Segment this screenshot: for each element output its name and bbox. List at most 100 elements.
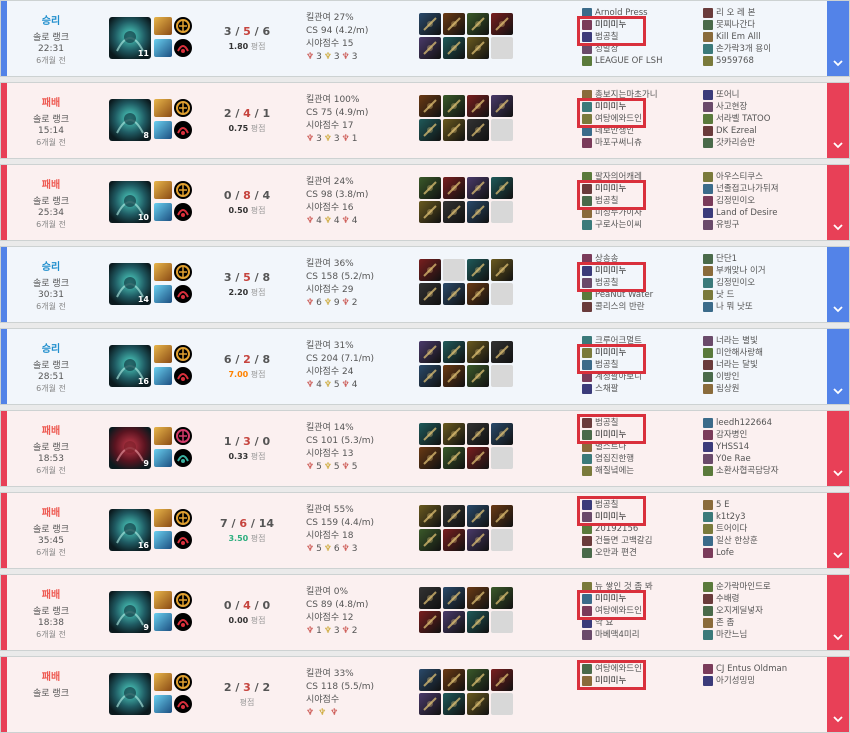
participant[interactable]: Lofe (703, 547, 818, 559)
summoner-spell-icon[interactable] (154, 345, 172, 363)
item-slot-icon[interactable] (467, 95, 489, 117)
participant[interactable]: 부캐맞나 이거 (703, 265, 818, 277)
participant[interactable] (582, 699, 697, 711)
item-slot-icon[interactable] (419, 365, 441, 387)
item-slot-icon[interactable] (443, 611, 465, 633)
participant[interactable]: LEAGUE OF LSH (582, 55, 697, 67)
summoner-spell-icon[interactable] (154, 613, 172, 631)
expand-button[interactable] (827, 657, 849, 732)
participant-name[interactable]: 아기성밍밍 (716, 676, 755, 686)
item-slot-icon[interactable] (467, 259, 489, 281)
participant[interactable]: 마베맥4미리 (582, 629, 697, 641)
participant-name[interactable]: 해질녘에는 (595, 466, 634, 476)
item-slot-icon[interactable] (491, 177, 513, 199)
champion-icon[interactable]: 14 (109, 263, 151, 305)
item-slot-icon[interactable] (443, 693, 465, 715)
participant[interactable]: 미미미누 (582, 593, 697, 605)
participant-name[interactable]: YHSS14 (716, 442, 749, 452)
expand-button[interactable] (827, 1, 849, 76)
participant-name[interactable]: 20192156 (595, 524, 638, 534)
participant-name[interactable]: 부캐맞나 이거 (716, 266, 766, 276)
keystone-rune-icon[interactable] (174, 345, 192, 363)
participant[interactable]: 넌졸접고나가뒤져 (703, 183, 818, 195)
participant-name[interactable]: 미안해사랑해 (716, 348, 763, 358)
participant[interactable]: 나 뭐 낫또 (703, 301, 818, 313)
item-slot-icon[interactable] (467, 447, 489, 469)
participant[interactable]: 갓카리승만 (703, 137, 818, 149)
participant[interactable] (703, 711, 818, 723)
participant[interactable]: 마칸느님 (703, 629, 818, 641)
participant[interactable]: YHSS14 (703, 441, 818, 453)
participant[interactable]: 범공칠 (582, 359, 697, 371)
participant[interactable] (582, 711, 697, 723)
participant-name[interactable]: Kill Em Alll (716, 32, 761, 42)
item-slot-icon[interactable] (467, 341, 489, 363)
participant-name[interactable]: 미미미누 (595, 430, 626, 440)
summoner-spell-icon[interactable] (154, 509, 172, 527)
participant-name[interactable]: 미미미누 (595, 512, 626, 522)
expand-button[interactable] (827, 411, 849, 486)
participant[interactable]: 크루어크멀트 (582, 335, 697, 347)
champion-icon[interactable]: 16 (109, 509, 151, 551)
participant[interactable]: Kill Em Alll (703, 31, 818, 43)
participant[interactable]: 이방인 (703, 371, 818, 383)
secondary-rune-icon[interactable] (174, 695, 192, 713)
participant[interactable]: 콜리스의 반란 (582, 301, 697, 313)
participant-name[interactable]: 김정민이오 (716, 196, 755, 206)
participant[interactable]: 단단1 (703, 253, 818, 265)
item-slot-icon[interactable] (443, 447, 465, 469)
keystone-rune-icon[interactable] (174, 591, 192, 609)
participant[interactable]: 마포구써니츄 (582, 137, 697, 149)
participant[interactable]: 스채팔 (582, 383, 697, 395)
participant-name[interactable]: 나 뭐 낫또 (716, 302, 753, 312)
item-slot-icon[interactable] (419, 95, 441, 117)
item-slot-icon[interactable] (467, 423, 489, 445)
expand-button[interactable] (827, 247, 849, 322)
champion-icon[interactable]: 11 (109, 17, 151, 59)
participant[interactable]: 범공칠 (582, 499, 697, 511)
participant[interactable]: 미안해사랑해 (703, 347, 818, 359)
participant-name[interactable]: LEAGUE OF LSH (595, 56, 662, 66)
item-slot-icon[interactable] (467, 611, 489, 633)
item-slot-icon[interactable] (419, 505, 441, 527)
participant-name[interactable]: 뉴 쌓인 것 좀 봐 (595, 582, 653, 592)
participant-name[interactable]: 콜리스의 반란 (595, 302, 645, 312)
participant[interactable]: Land of Desire (703, 207, 818, 219)
participant-name[interactable]: PeaNut Water (595, 290, 653, 300)
participant-name[interactable]: 림상원 (716, 384, 739, 394)
participant-name[interactable]: 팔자의어캐레 (595, 172, 642, 182)
participant[interactable]: 유빙구 (703, 219, 818, 231)
participant[interactable]: 범공칠 (582, 195, 697, 207)
item-slot-icon[interactable] (491, 259, 513, 281)
participant[interactable]: 미미미누 (582, 429, 697, 441)
participant[interactable]: 여탕에와드인 (582, 113, 697, 125)
participant-name[interactable]: 단단1 (716, 254, 737, 264)
participant-name[interactable]: 감자병인 (716, 430, 747, 440)
participant-name[interactable]: 염집진한행 (595, 454, 634, 464)
champion-icon[interactable]: 10 (109, 181, 151, 223)
participant-name[interactable]: 상송송 (595, 254, 618, 264)
participant-name[interactable]: 미미미누 (595, 20, 626, 30)
participant[interactable] (703, 687, 818, 699)
item-slot-icon[interactable] (419, 423, 441, 445)
item-slot-icon[interactable] (419, 669, 441, 691)
summoner-spell-icon[interactable] (154, 121, 172, 139)
participant-name[interactable]: 별스트나 (595, 442, 626, 452)
keystone-rune-icon[interactable] (174, 673, 192, 691)
participant[interactable]: 별스트나 (582, 441, 697, 453)
keystone-rune-icon[interactable] (174, 509, 192, 527)
participant-name[interactable]: 사고현장 (716, 102, 747, 112)
participant[interactable]: 손가락3개 용이 (703, 43, 818, 55)
participant-name[interactable]: 여탕에와드인 (595, 664, 642, 674)
participant[interactable]: 리 오 레 본 (703, 7, 818, 19)
participant-name[interactable]: 못찌나간다 (716, 20, 755, 30)
participant[interactable]: 못찌나간다 (703, 19, 818, 31)
participant[interactable]: Y0e Rae (703, 453, 818, 465)
participant[interactable] (582, 687, 697, 699)
participant-name[interactable]: 김정민이오 (716, 278, 755, 288)
participant[interactable]: 미미미누 (582, 101, 697, 113)
participant-name[interactable]: 리 오 레 본 (716, 8, 755, 18)
participant[interactable]: 건들면 고백갈김 (582, 535, 697, 547)
summoner-spell-icon[interactable] (154, 39, 172, 57)
participant-name[interactable]: 계정팔아보니 (595, 372, 642, 382)
